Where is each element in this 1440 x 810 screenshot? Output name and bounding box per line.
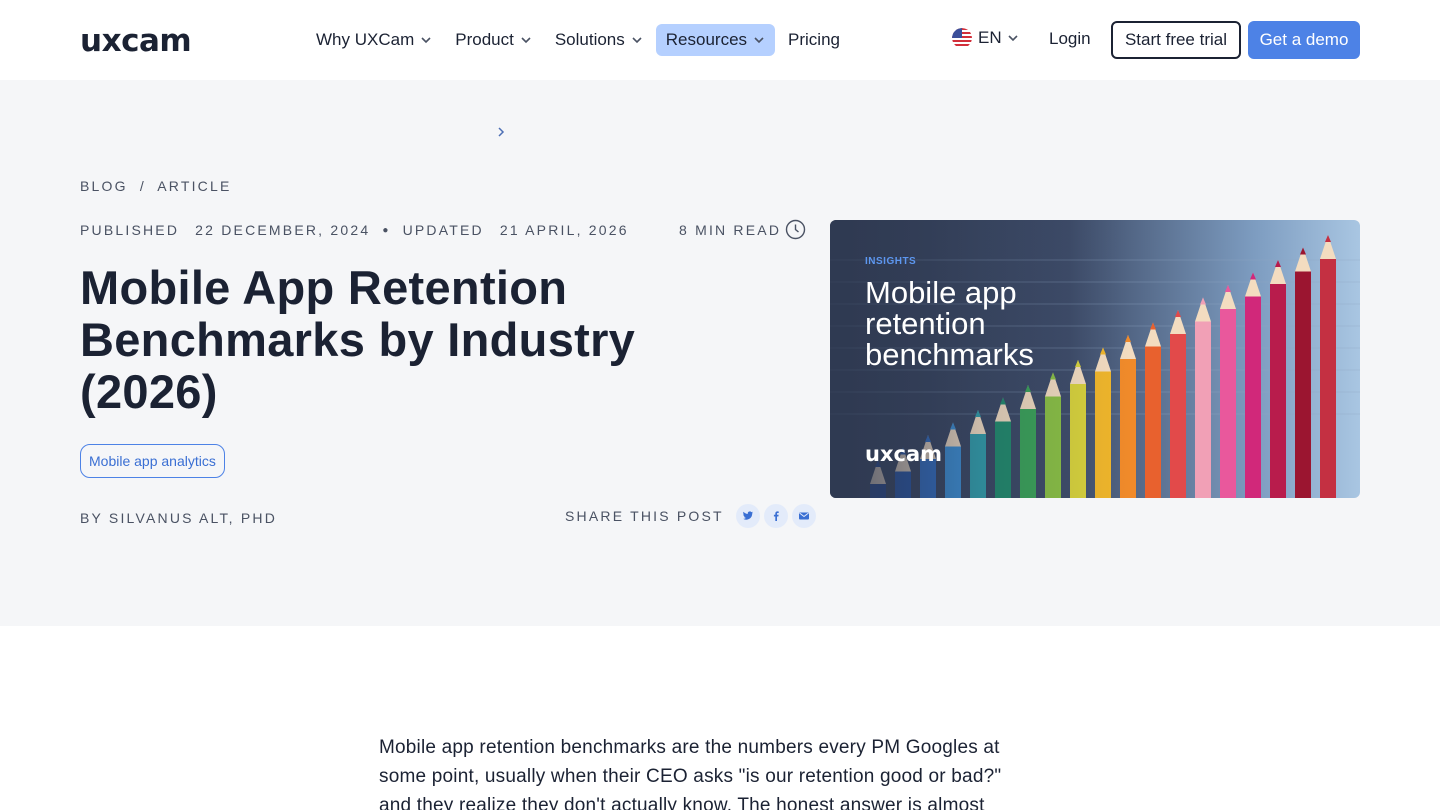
cover-title-line: Mobile app xyxy=(865,275,1017,310)
updated-label: UPDATED xyxy=(402,222,484,238)
nav-label: Why UXCam xyxy=(316,30,415,49)
start-free-trial-button[interactable]: Start free trial xyxy=(1111,21,1241,59)
language-selector[interactable]: EN xyxy=(952,28,1019,48)
chevron-down-icon xyxy=(421,37,431,44)
share-bar: SHARE THIS POST xyxy=(565,504,816,528)
cover-title-line: benchmarks xyxy=(865,337,1034,372)
cover-text: INSIGHTS Mobile app retention benchmarks xyxy=(865,256,1034,370)
published-date: 22 DECEMBER, 2024 xyxy=(195,222,371,238)
cover-title: Mobile app retention benchmarks xyxy=(865,277,1034,370)
login-link[interactable]: Login xyxy=(1049,29,1091,49)
share-facebook-button[interactable] xyxy=(763,504,788,528)
breadcrumb-article[interactable]: ARTICLE xyxy=(157,178,231,194)
share-twitter-button[interactable] xyxy=(735,504,760,528)
read-time: 8 MIN READ xyxy=(679,219,806,240)
category-tag[interactable]: Mobile app analytics xyxy=(80,444,225,478)
chevron-right-icon xyxy=(498,127,505,137)
nav-solutions[interactable]: Solutions xyxy=(545,24,653,56)
cover-kicker: INSIGHTS xyxy=(865,256,917,267)
chevron-down-icon xyxy=(1008,35,1018,42)
get-a-demo-button[interactable]: Get a demo xyxy=(1248,21,1360,59)
updated-date: 21 APRIL, 2026 xyxy=(499,222,629,238)
article-meta: PUBLISHED 22 DECEMBER, 2024 ● UPDATED 21… xyxy=(80,222,629,238)
chevron-down-icon xyxy=(521,37,531,44)
us-flag-icon xyxy=(952,28,972,48)
uxcam-logo[interactable]: uxcam xyxy=(80,26,222,54)
chevron-down-icon xyxy=(754,37,764,44)
article-intro: Mobile app retention benchmarks are the … xyxy=(379,737,1002,810)
cover-uxcam-logo: uxcam xyxy=(865,444,942,464)
nav-resources[interactable]: Resources xyxy=(655,24,776,56)
language-label: EN xyxy=(978,28,1002,47)
meta-dot: ● xyxy=(382,224,391,236)
breadcrumb-blog[interactable]: BLOG xyxy=(80,178,128,194)
twitter-icon xyxy=(742,511,753,520)
nav-label: Pricing xyxy=(788,30,840,49)
clock-icon xyxy=(785,219,806,240)
read-time-label: 8 MIN READ xyxy=(679,221,782,238)
nav-product[interactable]: Product xyxy=(445,24,542,56)
author-byline: BY SILVANUS ALT, PHD xyxy=(80,510,278,526)
nav-label: Resources xyxy=(665,30,748,49)
svg-text:uxcam: uxcam xyxy=(865,444,942,464)
email-icon xyxy=(798,512,809,520)
nav-why-uxcam[interactable]: Why UXCam xyxy=(306,24,442,56)
site-header: uxcam Why UXCam Product Solutions Resour… xyxy=(0,0,1440,80)
svg-text:uxcam: uxcam xyxy=(80,26,191,54)
facebook-icon xyxy=(773,511,779,521)
nav-label: Solutions xyxy=(554,30,625,49)
published-label: PUBLISHED xyxy=(80,222,180,238)
main-nav: Why UXCam Product Solutions Resources Pr… xyxy=(306,24,853,56)
article-cover-image: INSIGHTS Mobile app retention benchmarks… xyxy=(830,220,1360,498)
nav-pricing[interactable]: Pricing xyxy=(778,24,850,56)
breadcrumb-separator: / xyxy=(139,178,146,194)
breadcrumb: BLOG / ARTICLE xyxy=(80,178,232,194)
cover-title-line: retention xyxy=(865,306,986,341)
nav-label: Product xyxy=(455,30,514,49)
chevron-down-icon xyxy=(632,37,642,44)
share-email-button[interactable] xyxy=(791,504,816,528)
share-label: SHARE THIS POST xyxy=(565,508,724,524)
article-hero: BLOG / ARTICLE PUBLISHED 22 DECEMBER, 20… xyxy=(0,80,1440,626)
article-title: Mobile App Retention Benchmarks by Indus… xyxy=(80,261,636,418)
